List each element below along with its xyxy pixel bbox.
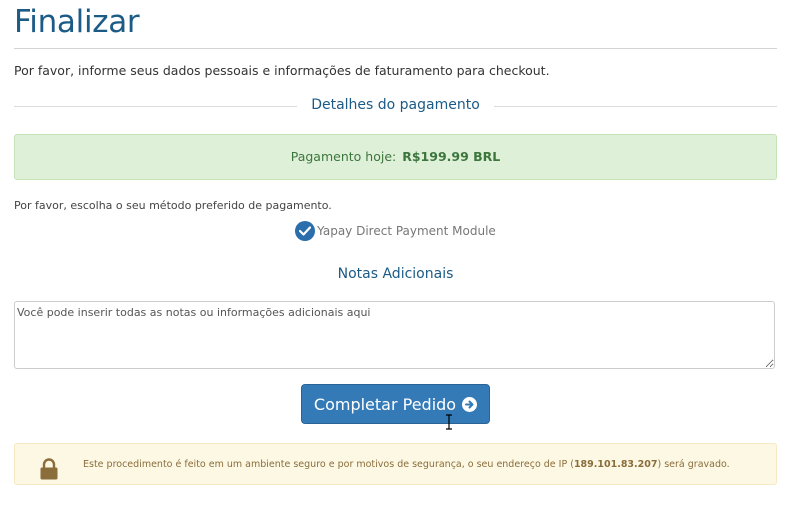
payment-method-option[interactable]: Yapay Direct Payment Module <box>14 221 777 241</box>
lock-icon <box>40 458 58 480</box>
payment-section-header: Detalhes do pagamento <box>14 97 777 117</box>
payment-section-title: Detalhes do pagamento <box>297 97 494 113</box>
notes-textarea[interactable] <box>14 301 775 369</box>
arrow-circle-right-icon <box>462 396 478 412</box>
notes-title: Notas Adicionais <box>337 266 454 282</box>
page-title: Finalizar <box>14 4 140 40</box>
complete-order-label: Completar Pedido <box>313 394 457 414</box>
check-circle-icon[interactable] <box>295 221 316 241</box>
text-cursor-icon <box>446 414 452 430</box>
security-text-after: ) será gravado. <box>657 459 730 470</box>
intro-text: Por favor, informe seus dados pessoais e… <box>14 63 550 78</box>
complete-order-button[interactable]: Completar Pedido <box>301 384 490 424</box>
security-text-before: Este procedimento é feito em um ambiente… <box>83 459 574 470</box>
security-ip: 189.101.83.207 <box>573 459 658 470</box>
payment-method-label: Yapay Direct Payment Module <box>317 224 496 238</box>
payment-today-box: Pagamento hoje: R$199.99 BRL <box>14 134 777 180</box>
payment-today-label: Pagamento hoje: <box>290 149 397 164</box>
payment-method-hint: Por favor, escolha o seu método preferid… <box>14 199 332 212</box>
payment-today-amount: R$199.99 BRL <box>402 149 501 164</box>
security-notice: Este procedimento é feito em um ambiente… <box>14 443 777 485</box>
title-divider <box>14 48 777 49</box>
security-message: Este procedimento é feito em um ambiente… <box>83 459 730 470</box>
